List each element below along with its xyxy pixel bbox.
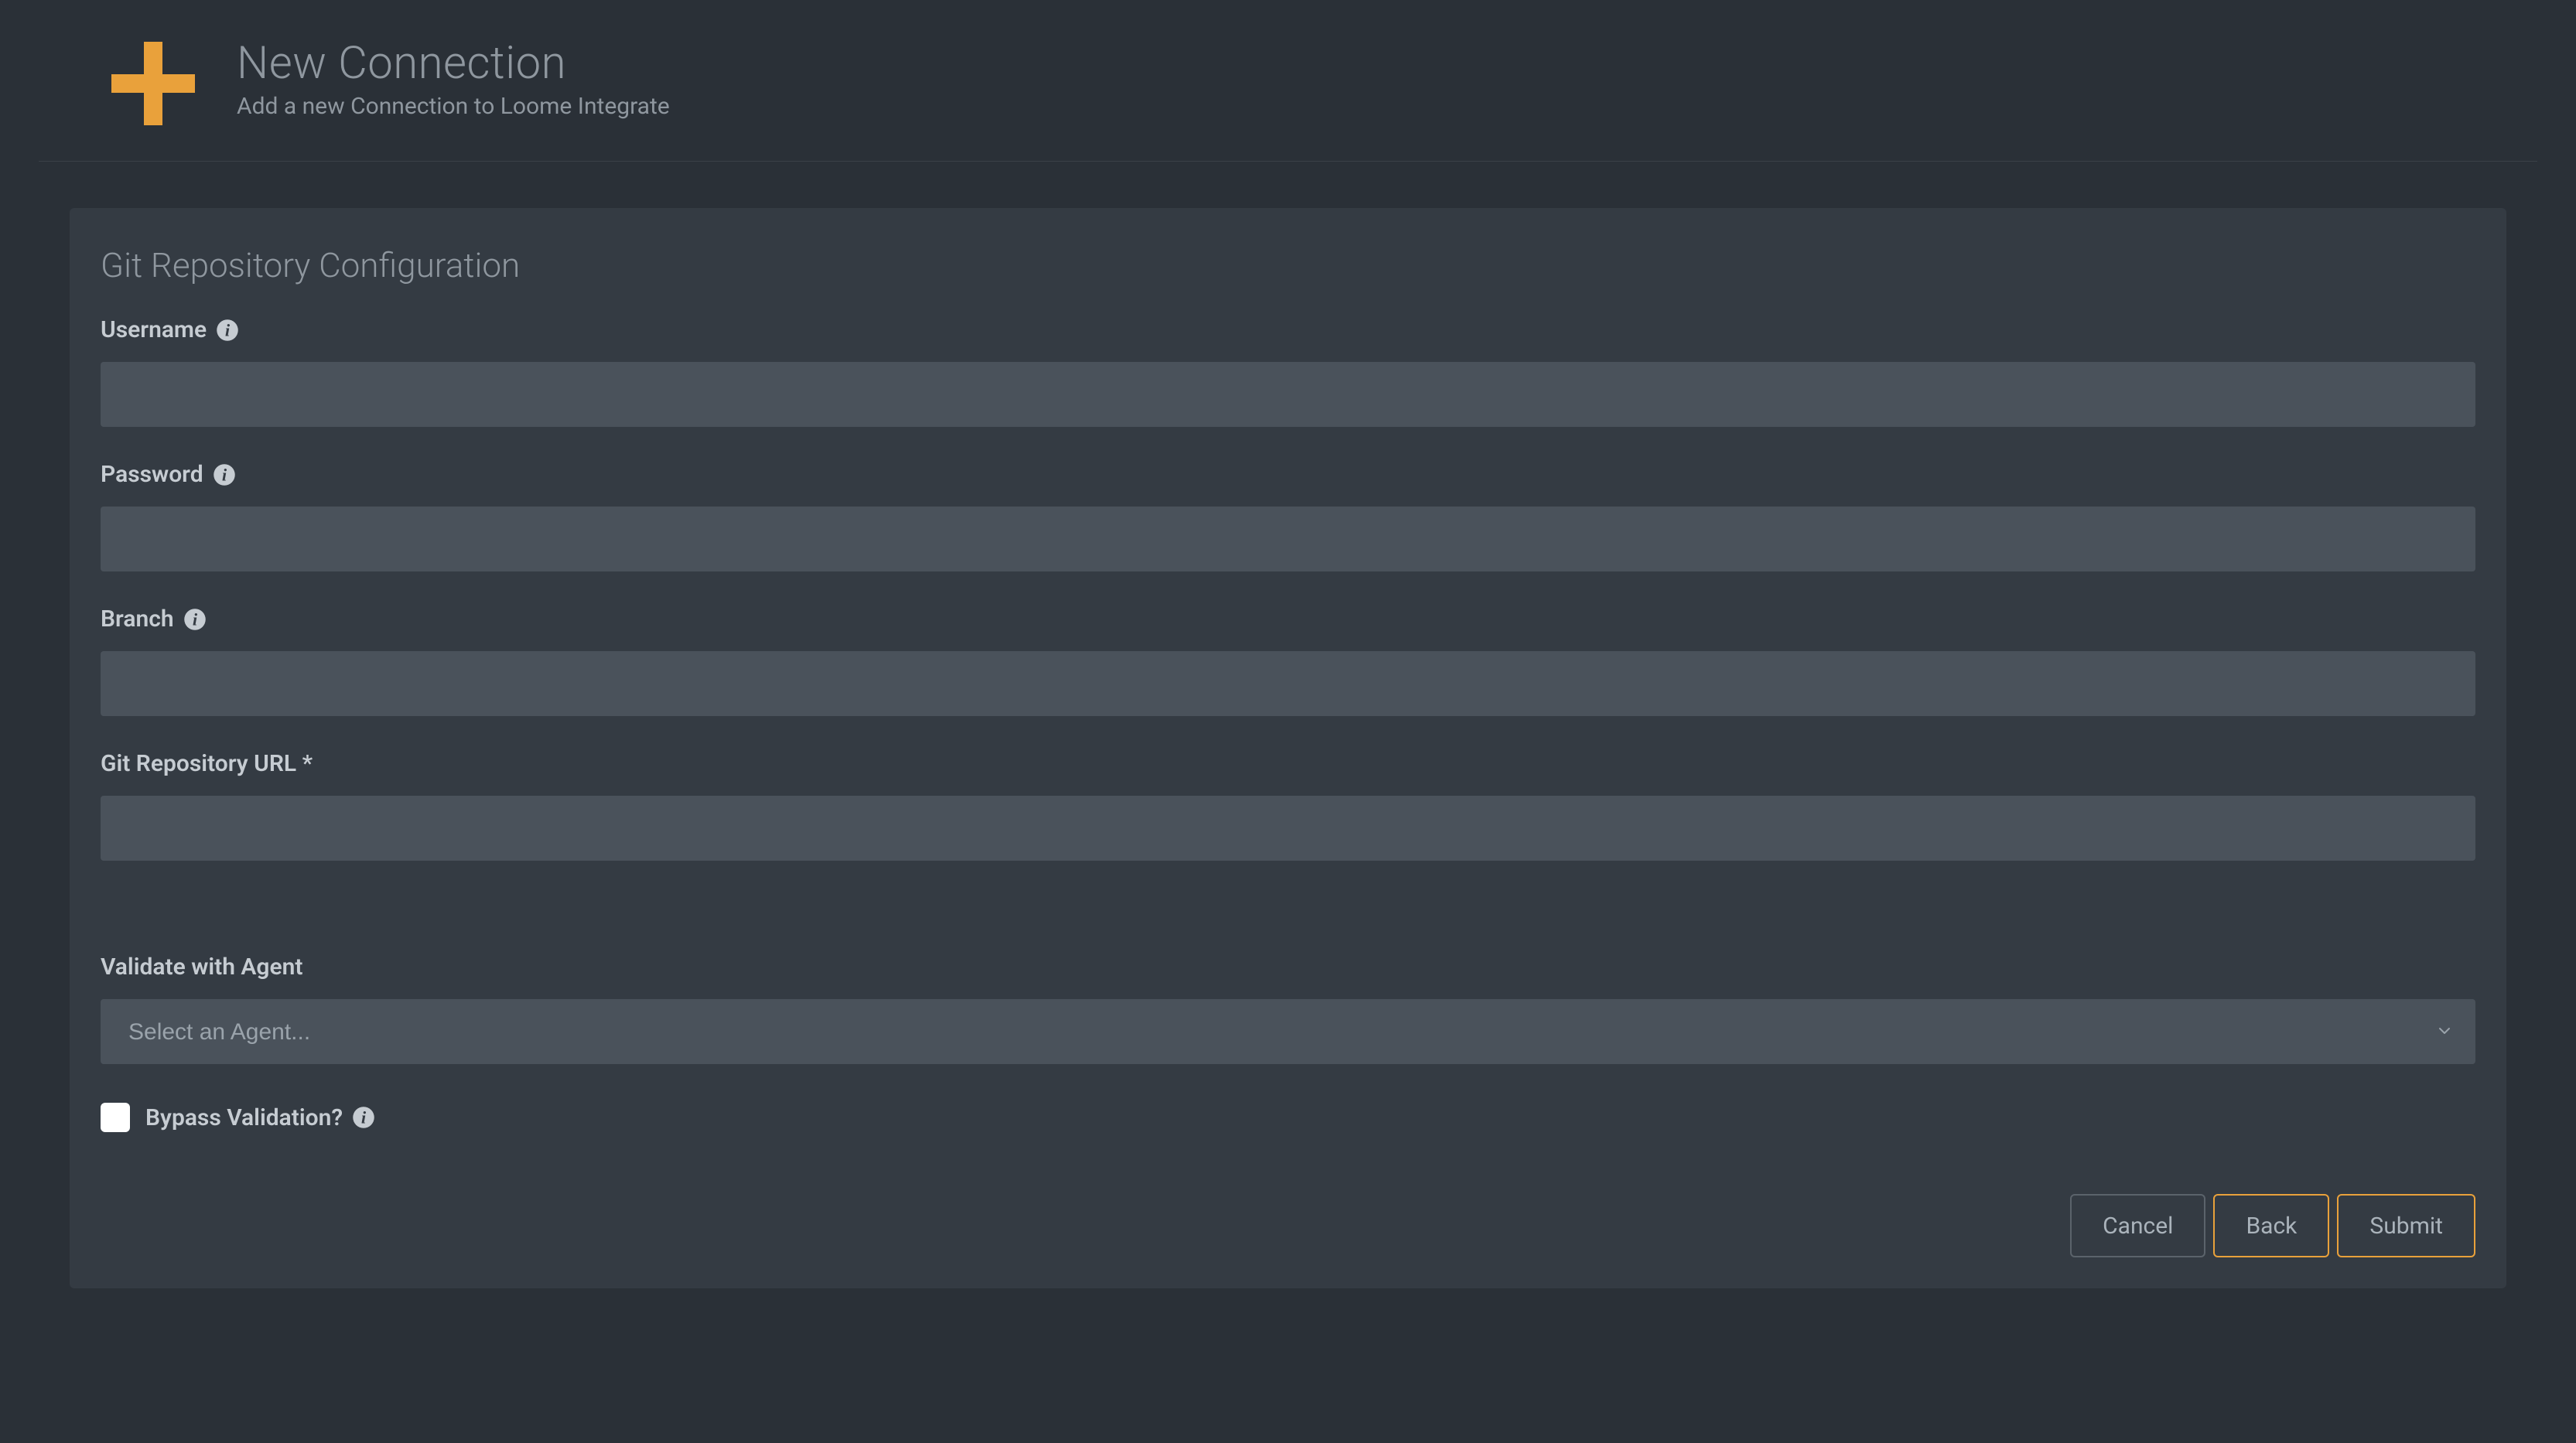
validate-agent-label: Validate with Agent bbox=[101, 953, 2475, 981]
bypass-validation-checkbox[interactable] bbox=[101, 1103, 130, 1132]
header-text: New Connection Add a new Connection to L… bbox=[237, 37, 670, 120]
validate-agent-group: Validate with Agent Select an Agent... bbox=[101, 953, 2475, 1064]
panel-title: Git Repository Configuration bbox=[101, 245, 2475, 285]
password-label: Password i bbox=[101, 461, 2475, 488]
repo-url-label: Git Repository URL * bbox=[101, 750, 2475, 777]
svg-text:i: i bbox=[221, 465, 227, 484]
username-label: Username i bbox=[101, 316, 2475, 343]
button-row: Cancel Back Submit bbox=[101, 1194, 2475, 1257]
branch-input[interactable] bbox=[101, 651, 2475, 716]
info-icon[interactable]: i bbox=[213, 463, 236, 486]
bypass-validation-label: Bypass Validation? i bbox=[145, 1104, 375, 1131]
info-icon[interactable]: i bbox=[183, 608, 207, 631]
info-icon[interactable]: i bbox=[352, 1106, 375, 1129]
password-input[interactable] bbox=[101, 507, 2475, 571]
bypass-validation-row: Bypass Validation? i bbox=[101, 1103, 2475, 1132]
username-input[interactable] bbox=[101, 362, 2475, 427]
branch-label: Branch i bbox=[101, 606, 2475, 633]
svg-text:i: i bbox=[361, 1108, 367, 1127]
password-group: Password i bbox=[101, 461, 2475, 571]
repo-url-input[interactable] bbox=[101, 796, 2475, 861]
cancel-button[interactable]: Cancel bbox=[2070, 1194, 2205, 1257]
page-header: New Connection Add a new Connection to L… bbox=[39, 0, 2537, 162]
back-button[interactable]: Back bbox=[2213, 1194, 2329, 1257]
submit-button[interactable]: Submit bbox=[2337, 1194, 2475, 1257]
plus-icon bbox=[107, 37, 200, 130]
svg-text:i: i bbox=[192, 609, 197, 629]
branch-group: Branch i bbox=[101, 606, 2475, 716]
page-subtitle: Add a new Connection to Loome Integrate bbox=[237, 93, 670, 120]
agent-select[interactable]: Select an Agent... bbox=[101, 999, 2475, 1064]
username-group: Username i bbox=[101, 316, 2475, 427]
repo-url-group: Git Repository URL * bbox=[101, 750, 2475, 861]
page-title: New Connection bbox=[237, 37, 670, 90]
form-panel: Git Repository Configuration Username i … bbox=[70, 208, 2506, 1288]
svg-text:i: i bbox=[225, 320, 231, 339]
agent-select-wrapper: Select an Agent... bbox=[101, 999, 2475, 1064]
info-icon[interactable]: i bbox=[216, 319, 239, 342]
